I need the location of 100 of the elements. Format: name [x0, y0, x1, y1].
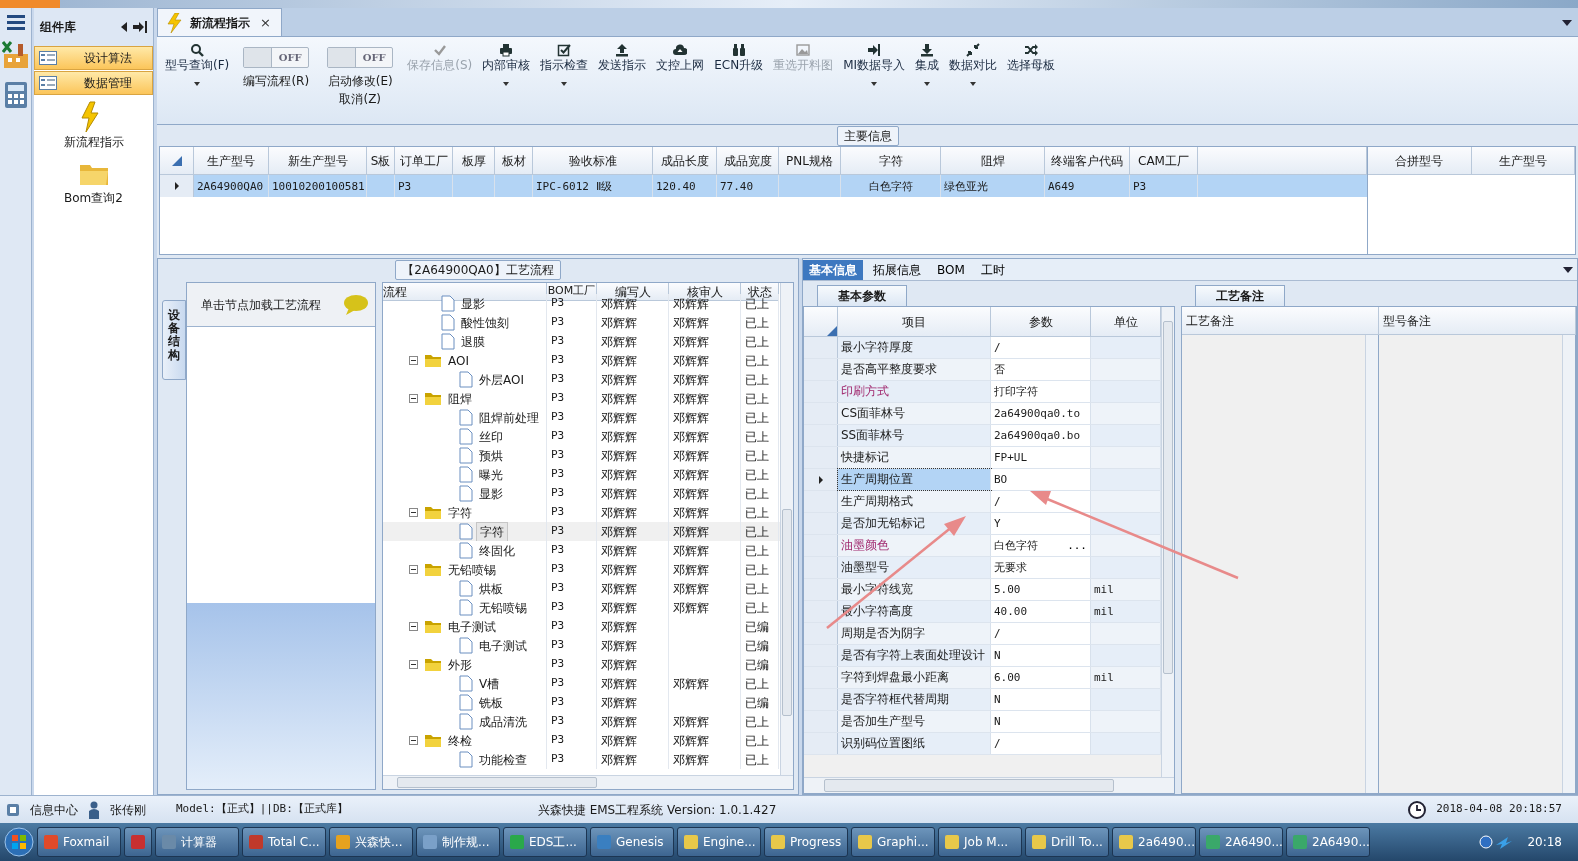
column-header[interactable]: CAM工厂 [1130, 147, 1198, 175]
taskbar-button[interactable]: 计算器 [155, 827, 239, 857]
toolbar-button[interactable]: 数据对比 [945, 41, 1002, 88]
scroll-thumb[interactable] [1163, 321, 1173, 674]
tree-node[interactable]: 字符 [445, 503, 475, 522]
column-header[interactable]: 板厚 [453, 147, 495, 175]
taskbar-button[interactable]: Foxmail [37, 827, 121, 857]
tree-node[interactable]: 无铅喷锡 [445, 560, 499, 579]
collapse-toggle[interactable] [409, 736, 418, 745]
tree-node[interactable]: 阻焊 [445, 389, 475, 408]
toolbar-button[interactable]: 型号查询(F) [161, 41, 234, 88]
taskbar-button[interactable]: Graphi... [851, 827, 935, 857]
factory-icon[interactable] [1, 40, 30, 70]
column-header[interactable]: 订单工厂 [395, 147, 453, 175]
taskbar-button[interactable] [124, 827, 152, 857]
toolbar-button[interactable]: 发送指示 [594, 41, 651, 76]
tree-node[interactable]: 终检 [445, 731, 475, 750]
menu-icon[interactable] [6, 14, 25, 30]
component-item[interactable]: 新流程指示 [63, 133, 124, 151]
toolbar-button[interactable]: 指示检查 [536, 41, 593, 88]
column-header[interactable]: S板 [367, 147, 395, 175]
column-header[interactable]: 成品宽度 [717, 147, 779, 175]
tab[interactable]: 拓展信息 [867, 259, 927, 280]
tree-node[interactable]: 铣板 [476, 693, 506, 712]
toolbar-button[interactable]: ECN升级 [710, 41, 768, 76]
calculator-icon[interactable] [2, 80, 29, 110]
tree-node[interactable]: 字符 [476, 522, 508, 541]
column-header[interactable]: 阻焊 [941, 147, 1045, 175]
toggle-switch[interactable]: OFF [243, 47, 310, 68]
column-header[interactable]: 项目 [838, 307, 991, 337]
dropdown-icon[interactable] [1562, 20, 1572, 26]
toolbar-button[interactable]: 选择母板 [1003, 41, 1060, 76]
document-tab[interactable]: 新流程指示 × [157, 8, 282, 36]
tree-node[interactable]: 预烘 [476, 446, 506, 465]
scrollbar[interactable] [1161, 307, 1174, 777]
tree-node[interactable]: 电子测试 [476, 636, 530, 655]
help-icon[interactable] [1479, 835, 1494, 849]
scrollbar[interactable] [383, 775, 793, 789]
tree-node[interactable]: 成品清洗 [476, 712, 530, 731]
column-header[interactable]: 生产型号 [194, 147, 269, 175]
taskbar-button[interactable]: Drill To... [1025, 827, 1109, 857]
tree-node[interactable]: AOI [445, 351, 472, 370]
tree-node[interactable]: 无铅喷锡 [476, 598, 530, 617]
taskbar-button[interactable]: Job M... [938, 827, 1022, 857]
collapse-toggle[interactable] [409, 508, 418, 517]
toolbar-button[interactable]: MI数据导入 [839, 41, 910, 88]
toolbar-button[interactable]: 文控上网 [652, 41, 709, 76]
dropdown-icon[interactable] [1563, 266, 1573, 273]
toolbar-button[interactable]: 集成 [911, 41, 944, 88]
collapse-toggle[interactable] [409, 660, 418, 669]
collapse-toggle[interactable] [409, 356, 418, 365]
collapse-toggle[interactable] [409, 622, 418, 631]
component-item[interactable]: Bom查询2 [64, 189, 123, 207]
scrollbar[interactable] [780, 283, 793, 775]
taskbar-button[interactable]: Engine... [677, 827, 761, 857]
scrollbar[interactable] [1562, 335, 1575, 793]
scrollbar[interactable] [804, 777, 1174, 793]
taskbar-button[interactable]: 2A6490... [1199, 827, 1283, 857]
ellipsis-button[interactable]: ... [1067, 539, 1087, 552]
toggle-switch[interactable]: OFF [327, 47, 394, 68]
tab[interactable]: 工时 [974, 259, 1011, 280]
taskbar-button[interactable]: 制作规... [416, 827, 500, 857]
tab[interactable]: 基本信息 [803, 259, 863, 280]
collapse-icon[interactable] [121, 22, 127, 32]
tree-node[interactable]: 电子测试 [445, 617, 499, 636]
taskbar-button[interactable]: EDS工... [503, 827, 587, 857]
scroll-thumb[interactable] [782, 509, 792, 716]
tab[interactable]: 基本参数 [817, 285, 907, 306]
tree-node[interactable]: 丝印 [476, 427, 506, 446]
column-header[interactable]: PNL规格 [779, 147, 841, 175]
taskbar-button[interactable]: Total C... [242, 827, 326, 857]
sign-in-icon[interactable] [133, 21, 147, 33]
column-header[interactable]: 型号备注 [1379, 307, 1576, 335]
collapse-toggle[interactable] [409, 394, 418, 403]
tree-node[interactable]: 显影 [476, 484, 506, 503]
tree-node[interactable]: 功能检查 [476, 750, 530, 769]
taskbar-button[interactable]: Genesis [590, 827, 674, 857]
tree-node[interactable]: 烘板 [476, 579, 506, 598]
column-header[interactable]: 单位 [1091, 307, 1161, 337]
taskbar-button[interactable]: 2A6490... [1286, 827, 1370, 857]
table-row[interactable]: 2A64900QA0 10010200100581 P3 IPC-6012 Ⅱ级 120.40 77.40 白色字符 绿色亚光 A649 P3 [160, 175, 1367, 197]
column-header[interactable]: 终端客户代码 [1045, 147, 1130, 175]
tree-node[interactable]: 终固化 [476, 541, 518, 560]
column-header[interactable]: 生产型号 [1471, 147, 1575, 175]
group-item[interactable]: 设计算法 [34, 46, 153, 70]
column-header[interactable]: 参数 [991, 307, 1091, 337]
taskbar-button[interactable]: 2a6490... [1112, 827, 1196, 857]
scroll-thumb[interactable] [824, 779, 1114, 792]
tab[interactable]: 工艺备注 [1195, 285, 1285, 306]
column-header[interactable]: 验收标准 [533, 147, 653, 175]
scroll-thumb[interactable] [397, 777, 597, 788]
tree-node[interactable]: 曝光 [476, 465, 506, 484]
column-header[interactable]: 工艺备注 [1182, 307, 1379, 335]
tree-node[interactable]: 外形 [445, 655, 475, 674]
column-header[interactable]: 新生产型号 [269, 147, 367, 175]
toolbar-button[interactable]: 内部审核 [478, 41, 535, 88]
column-header[interactable]: 成品长度 [653, 147, 717, 175]
tree-node[interactable]: V槽 [476, 674, 503, 693]
tree-node[interactable]: 外层AOI [476, 370, 527, 389]
close-button[interactable]: × [258, 12, 273, 33]
